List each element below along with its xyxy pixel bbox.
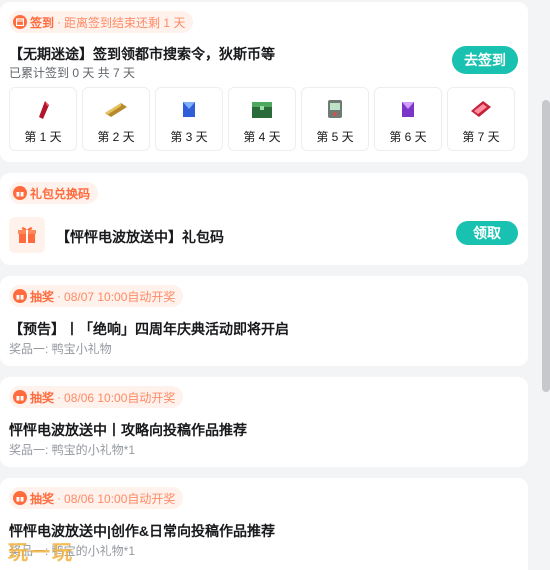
tag-separator: · [57, 491, 62, 505]
gold-bar-icon [103, 96, 129, 122]
green-chest-icon [249, 96, 275, 122]
day-item[interactable]: 第 6 天 [374, 87, 442, 151]
tag-label: 抽奖 [30, 390, 55, 405]
lottery-card[interactable]: 抽奖 · 08/06 10:00自动开奖 怦怦电波放送中|创作&日常向投稿作品推… [0, 478, 528, 570]
watermark-text: 玩一玩 [8, 542, 74, 564]
checkin-title: 【无期迷途】签到领都市搜索令，狄斯币等 [9, 46, 275, 62]
checkin-days: 第 1 天 第 2 天 第 3 天 第 4 天 第 5 天 第 6 天 第 7 … [9, 87, 515, 151]
lottery-tag: 抽奖 · 08/06 10:00自动开奖 [9, 487, 184, 509]
day-label: 第 2 天 [97, 130, 135, 144]
day-label: 第 1 天 [24, 130, 62, 144]
checkin-tag: 签到 · 距离签到结束还剩 1 天 [9, 11, 194, 33]
tag-desc: 08/07 10:00自动开奖 [64, 289, 176, 304]
scrollbar-thumb[interactable] [542, 100, 550, 392]
day-item[interactable]: 第 7 天 [447, 87, 515, 151]
gift-icon [13, 491, 27, 505]
giftcode-card: 礼包兑换码 【怦怦电波放送中】礼包码 领取 [0, 173, 528, 265]
blue-card-icon [176, 96, 202, 122]
day-item[interactable]: 第 4 天 [228, 87, 296, 151]
day-label: 第 3 天 [170, 130, 208, 144]
day-label: 第 5 天 [316, 130, 354, 144]
lottery-title: 怦怦电波放送中丨攻略向投稿作品推荐 [9, 422, 247, 438]
lottery-card[interactable]: 抽奖 · 08/07 10:00自动开奖 【预告】丨「绝响」四周年庆典活动即将开… [0, 276, 528, 366]
tag-separator: · [57, 15, 62, 29]
tag-desc: 距离签到结束还剩 1 天 [64, 15, 186, 30]
giftcode-title: 【怦怦电波放送中】礼包码 [56, 229, 224, 245]
tag-label: 签到 [30, 15, 55, 30]
checkin-card: 签到 · 距离签到结束还剩 1 天 【无期迷途】签到领都市搜索令，狄斯币等 已累… [0, 2, 528, 162]
lottery-tag: 抽奖 · 08/06 10:00自动开奖 [9, 386, 184, 408]
lottery-tag: 抽奖 · 08/07 10:00自动开奖 [9, 285, 184, 307]
red-crystal-icon [30, 96, 56, 122]
tag-label: 抽奖 [30, 289, 55, 304]
day-label: 第 7 天 [462, 130, 500, 144]
day-item[interactable]: 第 5 天 [301, 87, 369, 151]
day-item[interactable]: 第 1 天 [9, 87, 77, 151]
day-item[interactable]: 第 2 天 [82, 87, 150, 151]
tag-label: 礼包兑换码 [30, 186, 91, 201]
purple-card-icon [395, 96, 421, 122]
day-label: 第 6 天 [389, 130, 427, 144]
lottery-card[interactable]: 抽奖 · 08/06 10:00自动开奖 怦怦电波放送中丨攻略向投稿作品推荐 奖… [0, 377, 528, 467]
checkin-progress: 已累计签到 0 天 共 7 天 [9, 66, 136, 80]
day-item[interactable]: 第 3 天 [155, 87, 223, 151]
gift-icon [13, 289, 27, 303]
tag-label: 抽奖 [30, 491, 55, 506]
red-ticket-icon [468, 96, 494, 122]
day-label: 第 4 天 [243, 130, 281, 144]
watermark-logo: 玩一玩 [8, 536, 74, 565]
giftcode-tag: 礼包兑换码 [9, 182, 99, 204]
lottery-prize: 奖品一: 鸭宝小礼物 [9, 342, 112, 356]
tag-desc: 08/06 10:00自动开奖 [64, 491, 176, 506]
tag-separator: · [57, 289, 62, 303]
checkin-button[interactable]: 去签到 [452, 46, 518, 74]
tag-separator: · [57, 390, 62, 404]
lottery-title: 【预告】丨「绝响」四周年庆典活动即将开启 [9, 321, 289, 337]
tag-desc: 08/06 10:00自动开奖 [64, 390, 176, 405]
gift-box-icon [9, 217, 45, 253]
gift-icon [13, 186, 27, 200]
lottery-prize: 奖品一: 鸭宝的小礼物*1 [9, 443, 136, 457]
device-icon [322, 96, 348, 122]
gift-icon [13, 390, 27, 404]
calendar-icon [13, 15, 27, 29]
claim-button[interactable]: 领取 [456, 221, 518, 245]
